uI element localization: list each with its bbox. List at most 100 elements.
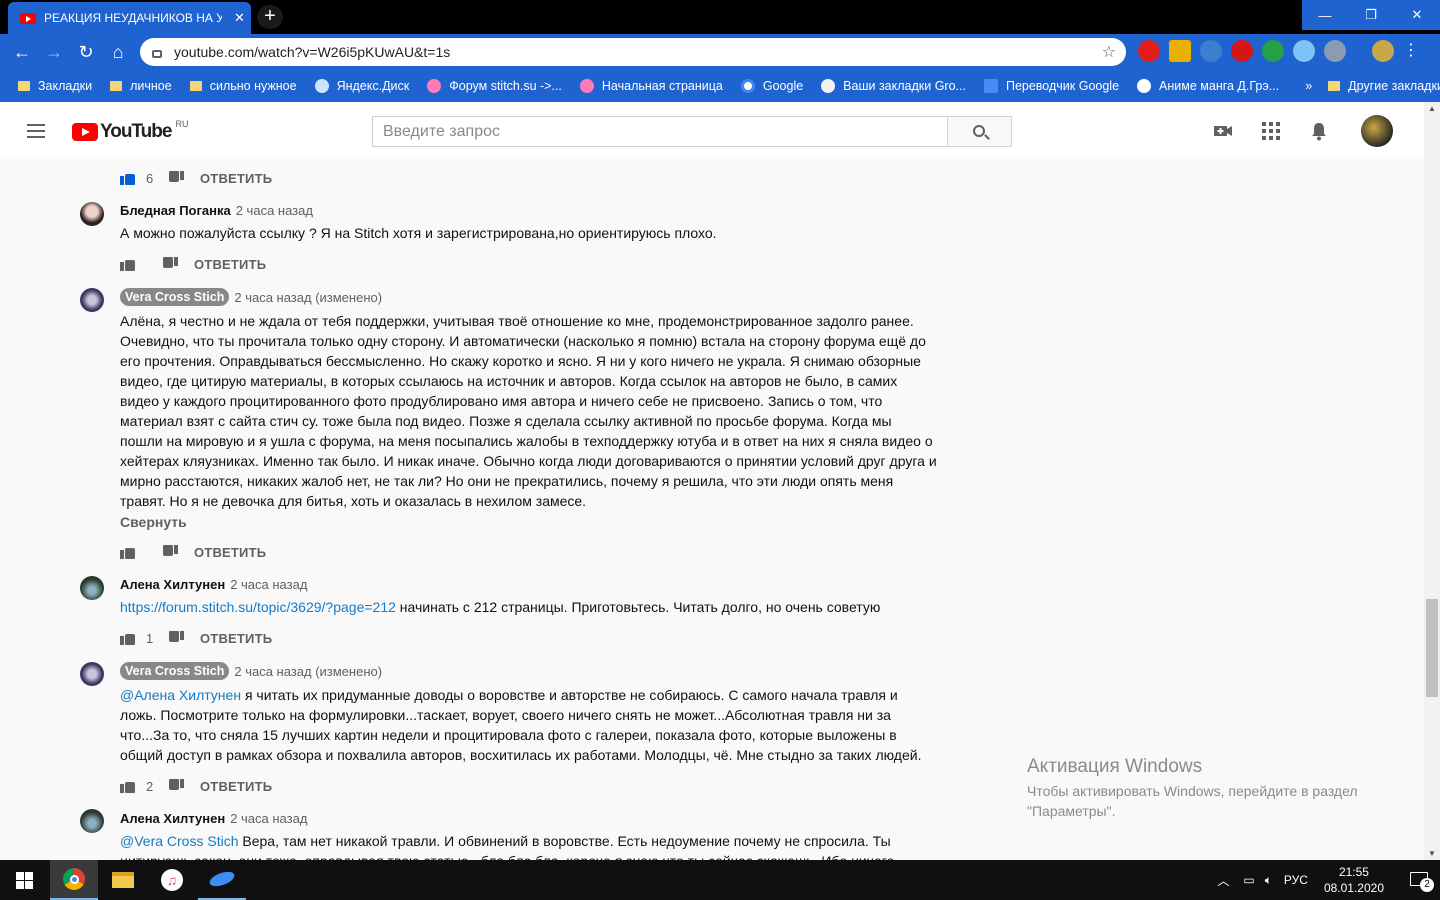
chrome-taskbar-icon[interactable] [50, 860, 98, 900]
extension-blue-icon[interactable] [1293, 40, 1315, 62]
home-icon[interactable]: ⌂ [106, 40, 130, 64]
comment-author[interactable]: Алена Хилтунен [120, 811, 225, 826]
scroll-up-icon[interactable]: ▲ [1428, 104, 1436, 113]
bookmark-item[interactable]: Переводчик Google [983, 79, 1119, 93]
back-arrow-icon[interactable]: ← [10, 40, 34, 64]
minimize-icon[interactable]: — [1302, 0, 1348, 30]
lock-icon [152, 50, 162, 58]
bookmark-item[interactable]: Форум stitch.su ->... [427, 79, 562, 93]
thumb-up-icon[interactable] [120, 171, 136, 185]
comment-actions: 6 ОТВЕТИТЬ [120, 168, 272, 188]
network-icon[interactable]: ▭ [1243, 873, 1254, 887]
author-badge[interactable]: Vera Cross Stich [120, 662, 230, 680]
reply-button[interactable]: ОТВЕТИТЬ [200, 779, 272, 794]
reload-icon[interactable]: ↻ [74, 40, 98, 64]
thumb-up-icon[interactable] [120, 779, 136, 793]
bookmarks-overflow-button[interactable]: » [1305, 79, 1312, 93]
scrollbar-thumb[interactable] [1426, 599, 1438, 697]
comment-time[interactable]: 2 часа назад [236, 203, 313, 218]
yandex-disk-taskbar-icon[interactable] [198, 860, 246, 900]
chevron-up-icon[interactable]: ︿ [1217, 872, 1229, 889]
author-badge[interactable]: Vera Cross Stich [120, 288, 230, 306]
search-button[interactable] [947, 116, 1012, 147]
volume-icon[interactable]: 🔈︎ [1265, 873, 1272, 888]
apps-grid-icon[interactable] [1261, 121, 1281, 141]
tab-close-icon[interactable]: ✕ [234, 10, 245, 26]
itunes-icon[interactable]: ♫ [148, 860, 196, 900]
hamburger-menu-icon[interactable] [27, 124, 45, 138]
comment-time[interactable]: 2 часа назад [230, 811, 307, 826]
thumb-up-icon[interactable] [120, 257, 136, 271]
avatar[interactable] [80, 202, 104, 226]
opera-extension-icon[interactable] [1231, 40, 1253, 62]
extension-settings-icon[interactable] [1200, 40, 1222, 62]
thumb-down-icon[interactable] [168, 171, 184, 185]
create-video-icon[interactable] [1213, 121, 1233, 141]
avatar[interactable] [80, 662, 104, 686]
avatar[interactable] [80, 576, 104, 600]
profile-avatar-icon[interactable] [1372, 40, 1394, 62]
bookmark-item[interactable]: Закладки [18, 79, 92, 93]
bookmark-item[interactable]: Ваши закладки Gro... [821, 79, 966, 93]
bookmark-item[interactable]: Яндекс.Диск [314, 79, 409, 93]
new-tab-button[interactable]: + [257, 5, 283, 29]
comment-time[interactable]: 2 часа назад (изменено) [234, 664, 382, 679]
extension-yellow-icon[interactable] [1169, 40, 1191, 62]
reply-button[interactable]: ОТВЕТИТЬ [194, 545, 266, 560]
bookmark-item[interactable]: Начальная страница [579, 79, 723, 93]
address-bar[interactable]: youtube.com/watch?v=W26i5pKUwAU&t=1s ☆ [140, 38, 1126, 66]
reply-button[interactable]: ОТВЕТИТЬ [194, 257, 266, 272]
reply-button[interactable]: ОТВЕТИТЬ [200, 171, 272, 186]
thumb-up-icon[interactable] [120, 631, 136, 645]
bookmark-item[interactable]: Google [740, 79, 803, 93]
bookmark-item[interactable]: сильно нужное [189, 79, 297, 93]
browser-tab[interactable]: РЕАКЦИЯ НЕУДАЧНИКОВ НА УС ✕ [8, 2, 251, 34]
start-windows-icon[interactable] [0, 860, 48, 900]
comment-header: Алена Хилтунен 2 часа назад [120, 811, 307, 826]
forward-arrow-icon[interactable]: → [42, 40, 66, 64]
reply-button[interactable]: ОТВЕТИТЬ [200, 631, 272, 646]
windows-activation-watermark: Активация Windows Чтобы активировать Win… [1027, 757, 1358, 821]
input-language[interactable]: РУС [1284, 873, 1308, 887]
restore-icon[interactable]: ❐ [1348, 0, 1394, 30]
bookmark-item[interactable]: Аниме манга Д.Грэ... [1137, 79, 1279, 93]
close-window-icon[interactable]: ✕ [1394, 0, 1440, 30]
clock[interactable]: 21:55 08.01.2020 [1324, 864, 1384, 896]
youtube-logo[interactable]: YouTube RU [72, 119, 188, 143]
yandex-disk-icon [314, 79, 329, 93]
comment-author[interactable]: Алена Хилтунен [120, 577, 225, 592]
drive-icon[interactable] [1324, 40, 1346, 62]
google-icon [740, 79, 755, 93]
system-tray: ︿ ▭ 🔈︎ РУС 21:55 08.01.2020 2 [1217, 860, 1440, 900]
bookmark-star-icon[interactable]: ☆ [1102, 42, 1116, 62]
scroll-down-icon[interactable]: ▼ [1428, 849, 1436, 858]
search-input[interactable]: Введите запрос [372, 116, 948, 147]
stitch-icon [427, 79, 442, 93]
collapse-link[interactable]: Свернуть [120, 514, 187, 530]
bookmark-item[interactable]: личное [110, 79, 172, 93]
menu-dots-icon[interactable]: ⋮ [1403, 40, 1419, 62]
avatar[interactable] [80, 809, 104, 833]
thumb-down-icon[interactable] [162, 545, 178, 559]
comment-time[interactable]: 2 часа назад [230, 577, 307, 592]
comment-author[interactable]: Бледная Поганка [120, 203, 231, 218]
extension-icons: ⋮ [1138, 40, 1419, 62]
thumb-up-icon[interactable] [120, 545, 136, 559]
avatar[interactable] [80, 288, 104, 312]
account-avatar[interactable] [1361, 115, 1393, 147]
mention-link[interactable]: @Vera Cross Stich [120, 833, 238, 849]
thumb-down-icon[interactable] [168, 779, 184, 793]
extension-red-icon[interactable] [1138, 40, 1160, 62]
file-explorer-icon[interactable] [99, 860, 147, 900]
comment-time[interactable]: 2 часа назад (изменено) [234, 290, 382, 305]
notification-center-icon[interactable]: 2 [1400, 860, 1440, 900]
thumb-down-icon[interactable] [168, 631, 184, 645]
mention-link[interactable]: @Алена Хилтунен [120, 687, 241, 703]
notifications-bell-icon[interactable] [1309, 121, 1329, 141]
page-scrollbar[interactable]: ▲ ▼ [1424, 102, 1440, 860]
thumb-down-icon[interactable] [162, 257, 178, 271]
comment-link[interactable]: https://forum.stitch.su/topic/3629/?page… [120, 599, 396, 615]
other-bookmarks[interactable]: Другие закладки [1328, 79, 1440, 93]
adblock-shield-icon[interactable] [1262, 40, 1284, 62]
